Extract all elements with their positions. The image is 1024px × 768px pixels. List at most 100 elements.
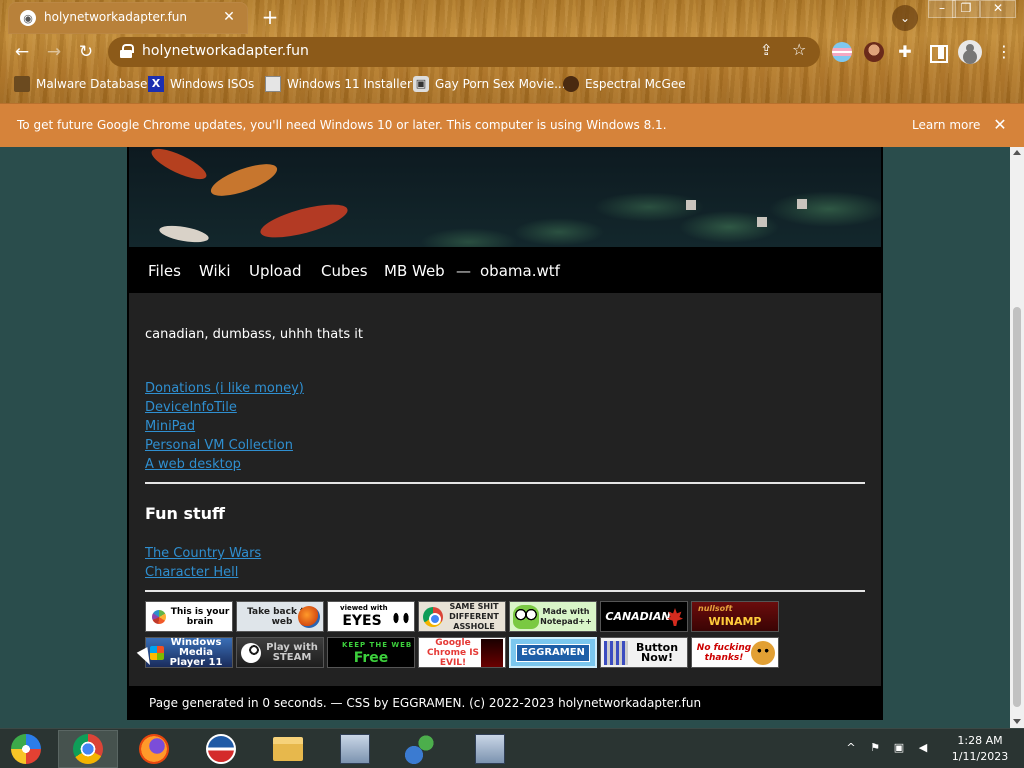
bookmark-label: Gay Porn Sex Movie... (435, 77, 566, 91)
volume-icon[interactable]: ◀ (916, 741, 930, 755)
badge-viewed-with-eyes[interactable]: EYES (327, 601, 415, 632)
address-bar[interactable]: holynetworkadapter.fun ⇪ ☆ (108, 37, 820, 67)
link-character-hell[interactable]: Character Hell (145, 565, 238, 580)
badge-text: CANADIAN (605, 609, 671, 623)
restore-button[interactable]: ❐ (952, 0, 980, 18)
clock-time: 1:28 AM (957, 734, 1003, 747)
link-deviceinfotile[interactable]: DeviceInfoTile (145, 400, 237, 415)
start-button[interactable] (0, 730, 56, 768)
page-scrollbar[interactable] (1010, 147, 1024, 728)
badge-this-is-your-brain[interactable]: This is your brain (145, 601, 233, 632)
taskbar-setup-app[interactable] (325, 730, 385, 768)
taskbar-firefox[interactable] (124, 730, 184, 768)
nav-link-wiki[interactable]: Wiki (199, 262, 231, 280)
taskbar-clock[interactable]: 1:28 AM 1/11/2023 (948, 733, 1012, 765)
link-country-wars[interactable]: The Country Wars (145, 546, 261, 561)
bookmarks-bar: Malware Database X Windows ISOs Windows … (0, 72, 1024, 96)
taskbar-file-explorer[interactable] (258, 730, 318, 768)
computer-icon: ▣ (413, 76, 429, 92)
close-tab-icon[interactable]: ✕ (220, 8, 238, 26)
profile-avatar-icon[interactable] (958, 40, 982, 64)
link-minipad[interactable]: MiniPad (145, 419, 195, 434)
badge-text: WINAMP (708, 614, 762, 628)
window-close-button[interactable]: ✕ (980, 0, 1016, 18)
chevron-up-icon[interactable]: ^ (844, 741, 858, 755)
scroll-up-icon[interactable] (1013, 150, 1021, 155)
flag-icon[interactable]: ⚑ (868, 741, 882, 755)
bookmark-espectral-mcgee[interactable]: Espectral McGee (563, 75, 686, 93)
badge-winamp[interactable]: WINAMP (691, 601, 779, 632)
bookmark-label: Windows 11 Installer (287, 77, 412, 91)
badge-text: Free (353, 649, 389, 666)
badge-google-chrome-is-evil[interactable]: Google Chrome IS EVIL! (418, 637, 506, 668)
taskbar-chrome[interactable] (58, 730, 118, 768)
update-infobar: To get future Google Chrome updates, you… (0, 103, 1024, 147)
taskbar-setup-app-2[interactable] (460, 730, 520, 768)
badge-text: Google Chrome IS EVIL! (426, 637, 480, 668)
nav-link-mb-web[interactable]: MB Web (384, 262, 445, 280)
start-orb-icon (11, 734, 41, 764)
system-tray: ^ ⚑ ▣ ◀ (844, 741, 930, 755)
network-icon[interactable]: ▣ (892, 741, 906, 755)
nav-link-files[interactable]: Files (148, 262, 181, 280)
address-url[interactable]: holynetworkadapter.fun (142, 43, 309, 59)
badge-keep-the-web-free[interactable]: Free (327, 637, 415, 668)
bookmark-favicon-icon (14, 76, 30, 92)
learn-more-link[interactable]: Learn more (912, 118, 980, 132)
scroll-down-icon[interactable] (1013, 719, 1021, 724)
divider (145, 590, 865, 592)
lock-icon[interactable] (120, 44, 134, 58)
link-donations[interactable]: Donations (i like money) (145, 381, 304, 396)
badge-play-with-steam[interactable]: Play with STEAM (236, 637, 324, 668)
bookmark-movie[interactable]: ▣ Gay Porn Sex Movie... (413, 75, 566, 93)
badge-text: Made with Notepad++ (540, 606, 592, 626)
forward-button[interactable]: → (41, 39, 67, 65)
avatar-icon (563, 76, 579, 92)
close-icon[interactable]: ✕ (992, 115, 1008, 134)
bookmark-windows-11-installer[interactable]: Windows 11 Installer (265, 75, 412, 93)
badge-button-now[interactable]: Button Now! (600, 637, 688, 668)
kebab-menu-icon[interactable]: ⋮ (996, 42, 1012, 61)
taskbar-obama[interactable] (191, 730, 251, 768)
scrollbar-thumb[interactable] (1013, 307, 1021, 707)
badge-text: EGGRAMEN (516, 643, 590, 662)
taskbar-network-app[interactable] (390, 730, 450, 768)
badge-take-back-the-web[interactable]: Take back the web (236, 601, 324, 632)
bookmark-star-icon[interactable]: ☆ (792, 40, 806, 59)
link-personal-vm-collection[interactable]: Personal VM Collection (145, 438, 293, 453)
badge-eggramen[interactable]: EGGRAMEN (509, 637, 597, 668)
fun-stuff-heading: Fun stuff (145, 504, 226, 523)
reload-button[interactable]: ↻ (73, 39, 99, 65)
badge-chrome-same-shit[interactable]: SAME SHIT DIFFERENT ASSHOLE (418, 601, 506, 632)
extension-flag-icon[interactable] (832, 42, 852, 62)
bookmark-windows-isos[interactable]: X Windows ISOs (148, 75, 254, 93)
main-content: canadian, dumbass, uhhh thats it Donatio… (129, 293, 881, 686)
folder-icon (273, 737, 303, 761)
nav-link-obama-wtf[interactable]: obama.wtf (480, 262, 560, 280)
nav-link-cubes[interactable]: Cubes (321, 262, 368, 280)
nav-separator: — (456, 262, 471, 280)
badge-canadian[interactable]: CANADIAN (600, 601, 688, 632)
back-button[interactable]: ← (9, 39, 35, 65)
divider (145, 482, 865, 484)
extensions-puzzle-icon[interactable]: ✚ (895, 42, 915, 62)
tab-search-button[interactable]: ⌄ (892, 5, 918, 31)
chrome-icon (73, 734, 103, 764)
bookmark-malware-database[interactable]: Malware Database (14, 75, 147, 93)
side-panel-icon[interactable] (927, 42, 948, 63)
badge-text: Play with STEAM (266, 641, 318, 663)
browser-tab[interactable]: ◉ holynetworkadapter.fun ✕ (8, 2, 248, 34)
firefox-icon (139, 734, 169, 764)
badge-windows-media-player[interactable]: Windows Media Player 11 (145, 637, 233, 668)
link-web-desktop[interactable]: A web desktop (145, 457, 241, 472)
nav-link-upload[interactable]: Upload (249, 262, 302, 280)
tagline: canadian, dumbass, uhhh thats it (145, 327, 363, 342)
share-icon[interactable]: ⇪ (760, 41, 773, 59)
badge-no-thanks[interactable]: No fucking thanks! (691, 637, 779, 668)
site-footer: Page generated in 0 seconds. — CSS by EG… (129, 686, 881, 720)
koi-fish (207, 157, 281, 203)
setup-icon (340, 734, 370, 764)
badge-made-with-notepad[interactable]: Made with Notepad++ (509, 601, 597, 632)
new-tab-button[interactable]: + (258, 5, 282, 29)
extension-avatar-icon[interactable] (864, 42, 884, 62)
